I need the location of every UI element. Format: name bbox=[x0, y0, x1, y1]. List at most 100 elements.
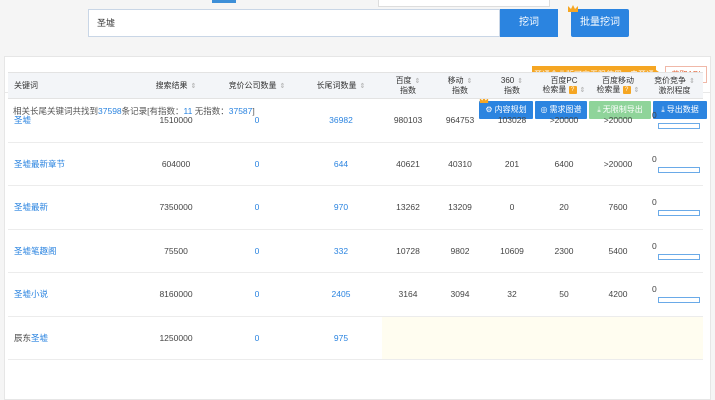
360-index-cell: 103028 bbox=[497, 115, 527, 126]
bid-companies-cell[interactable]: 0 bbox=[214, 229, 300, 273]
keyword-cell[interactable]: 圣墟最新章节 bbox=[8, 142, 138, 186]
mobile-index-cell: 13209 bbox=[448, 202, 472, 213]
360-index-cell: 201 bbox=[504, 158, 520, 169]
keyword-cell[interactable]: 圣墟 bbox=[8, 99, 138, 143]
col-mobile-volume[interactable]: 百度移动 检索量 ? ⇕ bbox=[590, 72, 646, 99]
mobile-volume-cell: >20000 bbox=[603, 158, 633, 169]
dig-button[interactable]: 挖词 bbox=[500, 9, 558, 37]
competition-bar bbox=[658, 166, 700, 173]
competition-cell: 0 bbox=[646, 99, 703, 143]
baidu-index-cell: 3164 bbox=[398, 289, 418, 300]
help-icon: ? bbox=[622, 85, 631, 94]
top-dropdown-edge bbox=[378, 0, 550, 7]
col-pc-volume[interactable]: 百度PC 检索量 ? ⇕ bbox=[538, 72, 590, 99]
360-index-cell: 0 bbox=[509, 202, 515, 213]
col-bid-companies[interactable]: 竞价公司数量 ⇕ bbox=[214, 72, 300, 99]
col-360-index[interactable]: 360 ⇕ 指数 bbox=[486, 72, 538, 99]
bid-companies-cell[interactable]: 0 bbox=[214, 99, 300, 143]
competition-bar bbox=[658, 210, 700, 216]
table-row: 圣墟最新章节 604000 0 644 40621 40310 201 6400 >20000 0 bbox=[8, 142, 703, 186]
keyword-cell[interactable]: 辰东圣墟 bbox=[8, 316, 138, 360]
sort-icon: ⇕ bbox=[517, 78, 524, 85]
sort-icon: ⇕ bbox=[689, 78, 695, 85]
search-results-cell: 75500 bbox=[164, 245, 188, 256]
baidu-index-cell: 10728 bbox=[396, 245, 420, 256]
baidu-index-cell: 980103 bbox=[393, 115, 423, 126]
keyword-table: 关键词 搜索结果 ⇕ 竞价公司数量 ⇕ 长尾词数量 ⇕ 百度 ⇕ 指数 移动 ⇕ 指数 360… bbox=[8, 72, 703, 360]
keyword-cell[interactable]: 圣墟最新 bbox=[8, 186, 138, 230]
table-row: 圣墟小说 8160000 0 2405 3164 3094 32 50 4200 0 bbox=[8, 273, 703, 317]
active-nav-indicator bbox=[212, 0, 236, 3]
search-results-cell: 8160000 bbox=[159, 289, 193, 300]
search-results-cell: 1250000 bbox=[159, 332, 193, 343]
360-index-cell: 10609 bbox=[500, 245, 524, 256]
bid-companies-cell[interactable]: 0 bbox=[214, 316, 300, 360]
sort-icon: ⇕ bbox=[466, 78, 473, 85]
mobile-index-cell bbox=[434, 316, 486, 360]
vip-crown-icon bbox=[568, 5, 578, 12]
competition-cell: 0 bbox=[646, 186, 703, 230]
batch-dig-button[interactable]: 批量挖词 bbox=[568, 5, 629, 37]
bid-companies-cell[interactable]: 0 bbox=[214, 186, 300, 230]
longtail-count-cell[interactable]: 975 bbox=[300, 316, 382, 360]
competition-cell: 0 bbox=[646, 229, 703, 273]
pc-volume-cell: 50 bbox=[559, 289, 569, 300]
help-icon: ? bbox=[568, 85, 577, 94]
keyword-cell[interactable]: 圣墟小说 bbox=[8, 273, 138, 317]
mobile-volume-cell: 4200 bbox=[608, 289, 628, 300]
competition-cell: 0 bbox=[646, 273, 703, 317]
search-input[interactable]: 圣墟 bbox=[88, 9, 500, 37]
batch-dig-label: 批量挖词 bbox=[580, 17, 620, 28]
col-mobile-index[interactable]: 移动 ⇕ 指数 bbox=[434, 72, 486, 99]
longtail-count-cell[interactable]: 332 bbox=[300, 229, 382, 273]
mobile-index-cell: 40310 bbox=[448, 158, 472, 169]
search-results-cell: 7350000 bbox=[159, 202, 193, 213]
baidu-index-cell bbox=[382, 316, 434, 360]
pc-volume-cell: 6400 bbox=[554, 158, 574, 169]
longtail-count-cell[interactable]: 970 bbox=[300, 186, 382, 230]
mobile-volume-cell: >20000 bbox=[603, 115, 633, 126]
table-row: 圣墟笔趣阁 75500 0 332 10728 9802 10609 2300 5400 0 bbox=[8, 229, 703, 273]
col-baidu-index[interactable]: 百度 ⇕ 指数 bbox=[382, 72, 434, 99]
search-results-cell: 604000 bbox=[161, 158, 191, 169]
competition-bar bbox=[658, 297, 700, 303]
mobile-index-cell: 3094 bbox=[450, 289, 470, 300]
longtail-count-cell[interactable]: 2405 bbox=[300, 273, 382, 317]
col-longtail-count[interactable]: 长尾词数量 ⇕ bbox=[300, 72, 382, 99]
mobile-volume-cell: 5400 bbox=[608, 245, 628, 256]
sort-icon: ⇕ bbox=[279, 82, 286, 90]
sort-icon: ⇕ bbox=[579, 87, 586, 94]
table-row: 辰东圣墟 1250000 0 975 bbox=[8, 316, 703, 360]
longtail-count-cell[interactable]: 36982 bbox=[300, 99, 382, 143]
baidu-index-cell: 13262 bbox=[396, 202, 420, 213]
mobile-volume-cell: 7600 bbox=[608, 202, 628, 213]
pc-volume-cell bbox=[538, 316, 590, 360]
bid-companies-cell[interactable]: 0 bbox=[214, 273, 300, 317]
col-search-results[interactable]: 搜索结果 ⇕ bbox=[138, 72, 214, 99]
table-row: 圣墟 1510000 0 36982 980103 964753 103028 >20000 >… bbox=[8, 99, 703, 143]
longtail-count-cell[interactable]: 644 bbox=[300, 142, 382, 186]
baidu-index-cell: 40621 bbox=[396, 158, 420, 169]
top-search-bar: 圣墟 挖词 批量挖词 bbox=[0, 0, 715, 46]
sort-icon: ⇕ bbox=[190, 82, 197, 90]
col-competition[interactable]: 竞价竞争 ⇕ 激烈程度 bbox=[646, 72, 703, 99]
keyword-cell[interactable]: 圣墟笔趣阁 bbox=[8, 229, 138, 273]
sort-icon: ⇕ bbox=[414, 78, 421, 85]
mobile-index-cell: 9802 bbox=[450, 245, 470, 256]
table-row: 圣墟最新 7350000 0 970 13262 13209 0 20 7600 0 bbox=[8, 186, 703, 230]
pc-volume-cell: >20000 bbox=[549, 115, 579, 126]
competition-bar bbox=[658, 253, 700, 260]
360-index-cell: 32 bbox=[507, 289, 517, 300]
col-keyword: 关键词 bbox=[8, 72, 138, 99]
sort-icon: ⇕ bbox=[359, 82, 366, 90]
pc-volume-cell: 2300 bbox=[554, 245, 574, 256]
bid-companies-cell[interactable]: 0 bbox=[214, 142, 300, 186]
pc-volume-cell: 20 bbox=[559, 202, 569, 213]
mobile-index-cell: 964753 bbox=[445, 115, 475, 126]
360-index-cell bbox=[486, 316, 538, 360]
competition-cell: 0 bbox=[646, 142, 703, 186]
search-results-cell: 1510000 bbox=[159, 115, 193, 126]
competition-cell bbox=[646, 316, 703, 360]
mobile-volume-cell bbox=[590, 316, 646, 360]
sort-icon: ⇕ bbox=[633, 87, 640, 94]
